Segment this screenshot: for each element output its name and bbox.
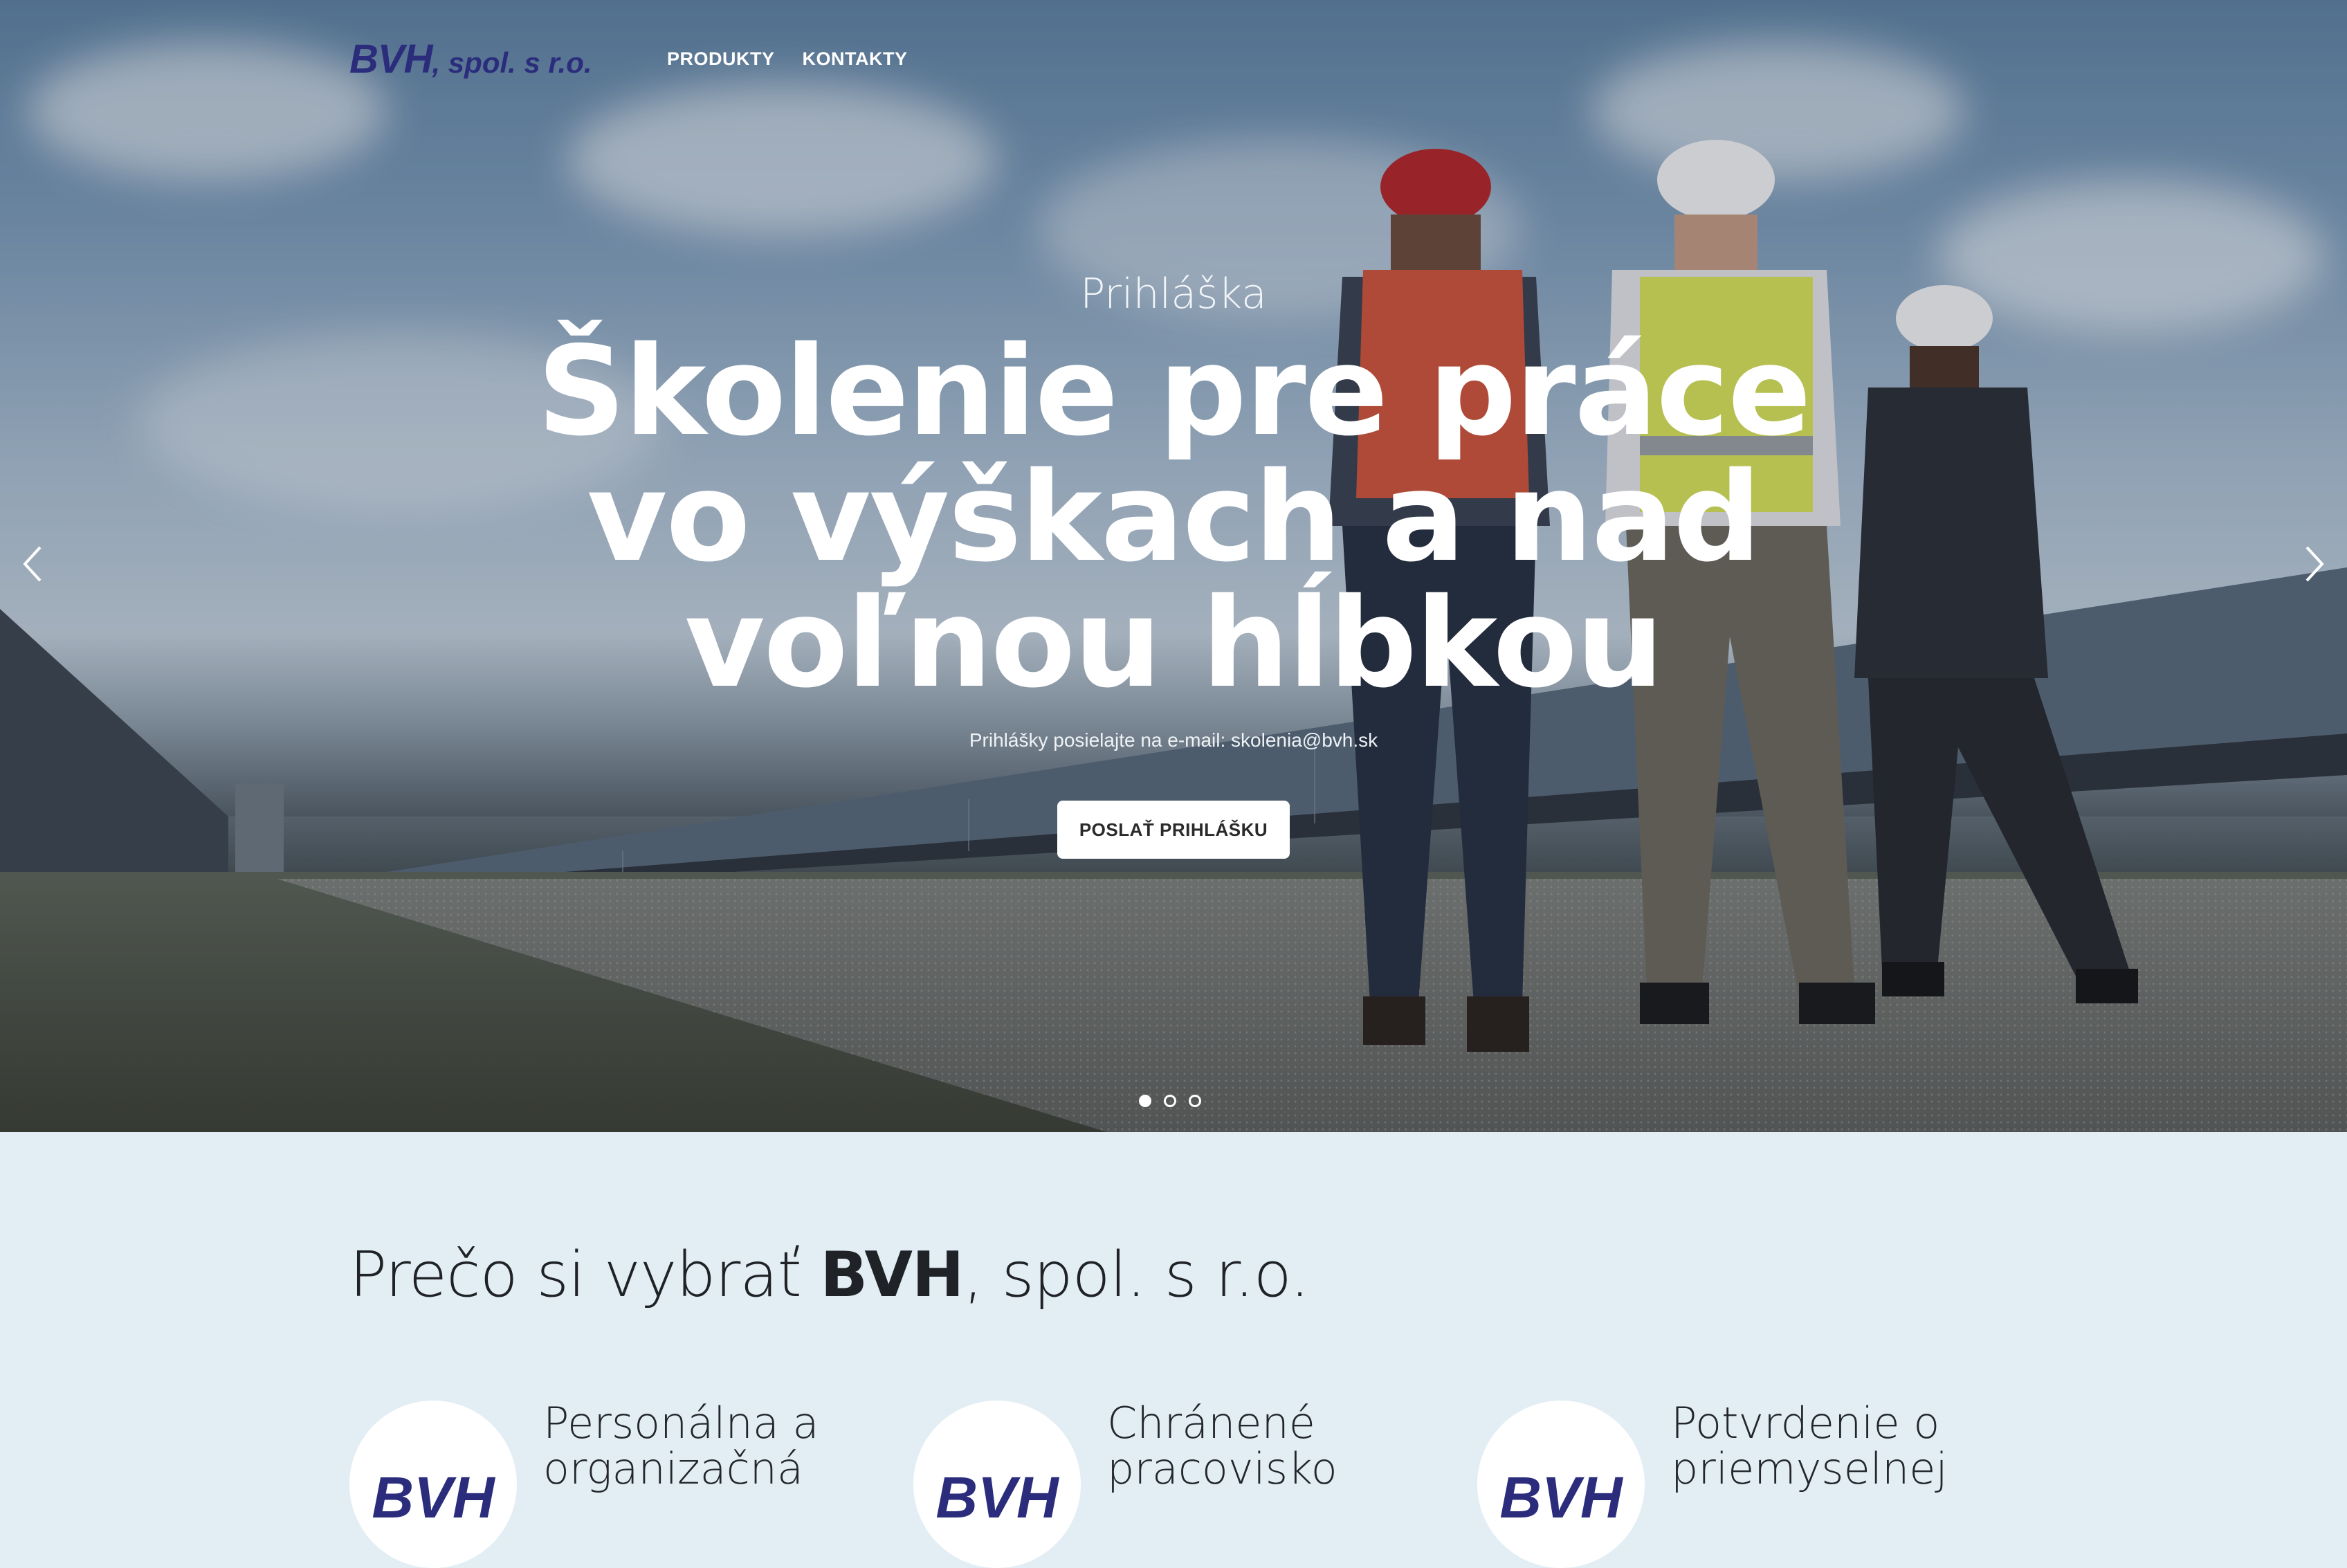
nav-item-kontakty[interactable]: KONTAKTY xyxy=(803,48,908,70)
company-logo[interactable]: BVH, spol. s r.o. xyxy=(349,36,592,82)
feature-title: Personálna a organizačná xyxy=(543,1398,819,1494)
feature-logo-badge: BVH xyxy=(913,1401,1081,1568)
feature-logo-badge: BVH xyxy=(1477,1401,1645,1568)
why-suffix: , spol. s r.o. xyxy=(963,1239,1309,1311)
feature-title: Potvrdenie o priemyselnej xyxy=(1671,1398,1948,1494)
main-nav: PRODUKTY KONTAKTY xyxy=(667,48,908,70)
slider-indicators xyxy=(1139,1095,1201,1107)
logo-rest: , spol. s r.o. xyxy=(432,46,592,79)
feature-logo-badge: BVH xyxy=(349,1401,517,1568)
why-heading: Prečo si vybrať BVH, spol. s r.o. xyxy=(349,1239,1310,1311)
slide-indicator-3[interactable] xyxy=(1189,1095,1201,1107)
chevron-right-icon xyxy=(2305,546,2324,582)
feature-title: Chránené pracovisko xyxy=(1107,1398,1337,1494)
feature-logo: BVH xyxy=(1499,1465,1623,1530)
nav-item-produkty[interactable]: PRODUKTY xyxy=(667,48,775,70)
slide-indicator-1[interactable] xyxy=(1139,1095,1151,1107)
why-prefix: Prečo si vybrať xyxy=(349,1239,821,1311)
feature-logo: BVH xyxy=(372,1465,495,1530)
hero-title: Školenie pre práce vo výškach a nad voľn… xyxy=(482,329,1865,706)
why-brand: BVH xyxy=(820,1239,964,1311)
feature-logo: BVH xyxy=(935,1465,1059,1530)
hero-title-line: voľnou hĺbkou xyxy=(684,572,1663,715)
hero-title-line: vo výškach a nad xyxy=(587,446,1761,589)
send-application-button[interactable]: POSLAŤ PRIHLÁŠKU xyxy=(1057,801,1290,859)
logo-main: BVH xyxy=(349,37,432,82)
slider-next-button[interactable] xyxy=(2297,543,2332,585)
hero-subtitle: Prihláška xyxy=(1080,270,1267,318)
hero-note: Prihlášky posielajte na e-mail: skolenia… xyxy=(969,729,1378,751)
slider-prev-button[interactable] xyxy=(15,543,50,585)
hero-slider: BVH, spol. s r.o. PRODUKTY KONTAKTY Prih… xyxy=(0,0,2347,1132)
hero-title-line: Školenie pre práce xyxy=(537,320,1811,463)
slide-indicator-2[interactable] xyxy=(1164,1095,1176,1107)
chevron-left-icon xyxy=(23,546,42,582)
